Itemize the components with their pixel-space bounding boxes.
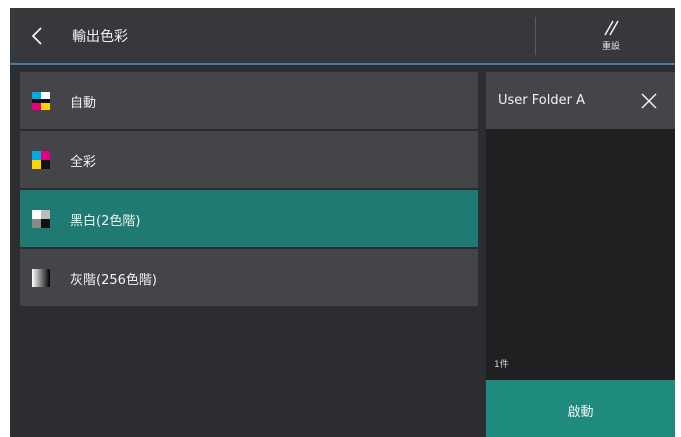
selected-folder-panel: User Folder A 1件 啟動 <box>486 72 675 437</box>
start-button[interactable]: 啟動 <box>486 380 675 437</box>
item-count: 1件 <box>494 360 509 370</box>
panel-header: User Folder A <box>486 72 675 129</box>
header-accent-line <box>10 63 675 65</box>
full-color-icon <box>32 151 50 169</box>
auto-color-icon <box>32 92 50 110</box>
close-button[interactable] <box>639 91 659 111</box>
option-label: 灰階(256色階) <box>70 273 157 288</box>
page-title: 輸出色彩 <box>72 29 128 45</box>
close-icon <box>639 93 659 115</box>
option-auto[interactable]: 自動 <box>20 72 478 129</box>
option-label: 黑白(2色階) <box>70 214 141 229</box>
option-label: 全彩 <box>70 155 97 170</box>
option-black-white[interactable]: 黑白(2色階) <box>20 190 478 247</box>
option-grayscale[interactable]: 灰階(256色階) <box>20 249 478 306</box>
reset-slash-icon <box>576 20 646 36</box>
grayscale-icon <box>32 269 50 287</box>
chevron-left-icon <box>24 22 52 50</box>
screen: 輸出色彩 重設 自動 全彩 黑白(2色階) 灰階(256色階) User Fol… <box>10 8 675 437</box>
option-full-color[interactable]: 全彩 <box>20 131 478 188</box>
header-bar: 輸出色彩 重設 <box>10 8 675 65</box>
folder-name: User Folder A <box>498 93 585 108</box>
back-button[interactable] <box>24 22 52 50</box>
start-label: 啟動 <box>567 405 594 420</box>
option-label: 自動 <box>70 96 97 111</box>
reset-label: 重設 <box>601 42 620 52</box>
header-divider <box>535 17 536 55</box>
color-option-list: 自動 全彩 黑白(2色階) 灰階(256色階) <box>20 72 478 308</box>
reset-button[interactable]: 重設 <box>576 14 646 60</box>
black-white-icon <box>32 210 50 228</box>
